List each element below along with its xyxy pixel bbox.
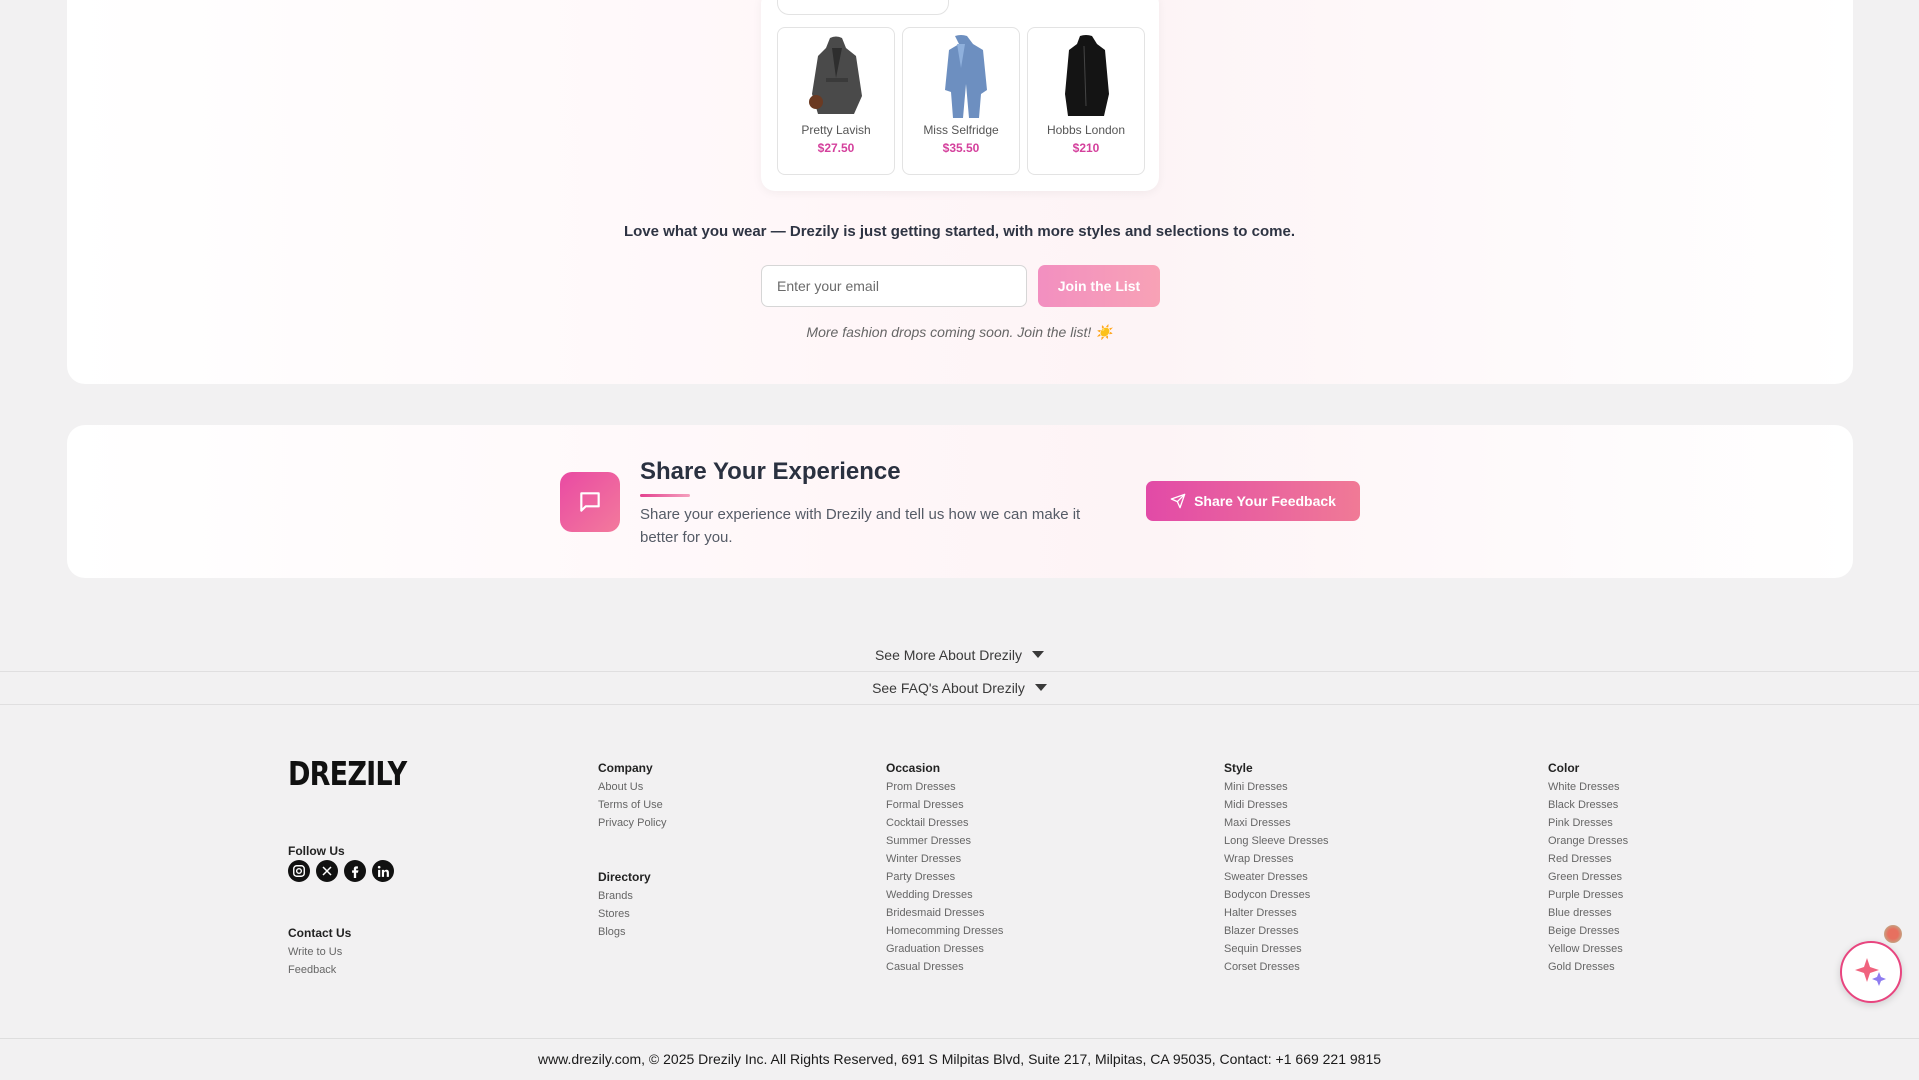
newsletter-tagline: Love what you wear — Drezily is just get… — [623, 223, 1295, 240]
footer-link[interactable]: Privacy Policy — [598, 814, 666, 832]
directory-heading: Directory — [598, 870, 651, 884]
product-image — [945, 35, 987, 118]
product-image — [809, 36, 862, 114]
style-list: Mini Dresses Midi Dresses Maxi Dresses L… — [1224, 778, 1329, 976]
experience-title: Share Your Experience — [640, 458, 901, 485]
footer-link[interactable]: Stores — [598, 905, 633, 923]
color-heading: Color — [1548, 761, 1580, 775]
footer-link[interactable]: Maxi Dresses — [1224, 814, 1329, 832]
follow-us-heading: Follow Us — [288, 844, 345, 858]
footer-link[interactable]: Red Dresses — [1548, 850, 1628, 868]
footer-link[interactable]: Write to Us — [288, 943, 342, 961]
panel-tab[interactable] — [777, 0, 949, 15]
copyright-text: www.drezily.com, © 2025 Drezily Inc. All… — [0, 1038, 1919, 1080]
footer-link[interactable]: Wrap Dresses — [1224, 850, 1329, 868]
footer-link[interactable]: Orange Dresses — [1548, 832, 1628, 850]
company-heading: Company — [598, 761, 653, 775]
chevron-down-icon — [1032, 651, 1045, 658]
assistant-button[interactable] — [1840, 941, 1902, 1003]
footer-link[interactable]: Bodycon Dresses — [1224, 886, 1329, 904]
footer-link[interactable]: Gold Dresses — [1548, 958, 1628, 976]
footer-link[interactable]: About Us — [598, 778, 666, 796]
footer-link[interactable]: Cocktail Dresses — [886, 814, 1003, 832]
instagram-icon[interactable] — [288, 860, 310, 882]
footer-link[interactable]: Wedding Dresses — [886, 886, 1003, 904]
footer-link[interactable]: Casual Dresses — [886, 958, 1003, 976]
linkedin-icon[interactable] — [372, 860, 394, 882]
footer-link[interactable]: Summer Dresses — [886, 832, 1003, 850]
footer-link[interactable]: Halter Dresses — [1224, 904, 1329, 922]
footer-link[interactable]: Party Dresses — [886, 868, 1003, 886]
see-more-accordion[interactable]: See More About Drezily — [0, 638, 1919, 672]
contact-list: Write to Us Feedback — [288, 943, 342, 979]
facebook-icon[interactable] — [344, 860, 366, 882]
footer-link[interactable]: Feedback — [288, 961, 342, 979]
product-card[interactable]: Pretty Lavish $27.50 — [777, 27, 895, 175]
product-price: $35.50 — [942, 141, 980, 155]
send-icon — [1170, 493, 1186, 509]
footer-link[interactable]: Green Dresses — [1548, 868, 1628, 886]
product-panel: Pretty Lavish $27.50 Miss Selfridge $35.… — [761, 0, 1159, 191]
title-underline — [640, 494, 690, 497]
footer-link[interactable]: Black Dresses — [1548, 796, 1628, 814]
footer-link[interactable]: Corset Dresses — [1224, 958, 1329, 976]
footer-link[interactable]: Prom Dresses — [886, 778, 1003, 796]
directory-list: Brands Stores Blogs — [598, 887, 633, 941]
footer-link[interactable]: Blazer Dresses — [1224, 922, 1329, 940]
footer-link[interactable]: Formal Dresses — [886, 796, 1003, 814]
product-brand: Pretty Lavish — [801, 123, 871, 137]
footer-link[interactable]: Beige Dresses — [1548, 922, 1628, 940]
chat-icon — [560, 472, 620, 532]
x-icon[interactable] — [316, 860, 338, 882]
join-list-button[interactable]: Join the List — [1038, 265, 1160, 307]
email-input[interactable] — [761, 265, 1027, 307]
social-links — [288, 860, 394, 882]
footer-link[interactable]: White Dresses — [1548, 778, 1628, 796]
product-price: $210 — [1072, 141, 1100, 155]
footer-link[interactable]: Sweater Dresses — [1224, 868, 1329, 886]
footer-logo[interactable]: DREZILY — [288, 754, 407, 793]
contact-heading: Contact Us — [288, 926, 352, 940]
footer-link[interactable]: Mini Dresses — [1224, 778, 1329, 796]
color-list: White Dresses Black Dresses Pink Dresses… — [1548, 778, 1628, 976]
product-brand: Hobbs London — [1046, 123, 1126, 137]
footer-link[interactable]: Pink Dresses — [1548, 814, 1628, 832]
footer-link[interactable]: Long Sleeve Dresses — [1224, 832, 1329, 850]
footer-link[interactable]: Blogs — [598, 923, 633, 941]
occasion-heading: Occasion — [886, 761, 941, 775]
footer-link[interactable]: Terms of Use — [598, 796, 666, 814]
sparkle-icon — [1855, 958, 1886, 986]
footer-link[interactable]: Graduation Dresses — [886, 940, 1003, 958]
style-heading: Style — [1224, 761, 1253, 775]
chevron-down-icon — [1034, 684, 1047, 691]
see-faq-accordion[interactable]: See FAQ's About Drezily — [0, 671, 1919, 705]
product-brand: Miss Selfridge — [923, 123, 999, 137]
product-image — [1065, 35, 1109, 116]
occasion-list: Prom Dresses Formal Dresses Cocktail Dre… — [886, 778, 1003, 976]
footer-link[interactable]: Winter Dresses — [886, 850, 1003, 868]
product-card[interactable]: Miss Selfridge $35.50 — [902, 27, 1020, 175]
share-feedback-button[interactable]: Share Your Feedback — [1146, 481, 1360, 521]
product-price: $27.50 — [817, 141, 855, 155]
footer-link[interactable]: Midi Dresses — [1224, 796, 1329, 814]
notification-dot — [1884, 925, 1902, 943]
footer-link[interactable]: Yellow Dresses — [1548, 940, 1628, 958]
product-card[interactable]: Hobbs London $210 — [1027, 27, 1145, 175]
footer-link[interactable]: Brands — [598, 887, 633, 905]
footer-link[interactable]: Purple Dresses — [1548, 886, 1628, 904]
experience-description: Share your experience with Drezily and t… — [640, 506, 1081, 546]
newsletter-note: More fashion drops coming soon. Join the… — [806, 324, 1113, 340]
company-list: About Us Terms of Use Privacy Policy — [598, 778, 666, 832]
share-feedback-label: Share Your Feedback — [1194, 493, 1336, 509]
footer-link[interactable]: Homecomming Dresses — [886, 922, 1003, 940]
footer-link[interactable]: Bridesmaid Dresses — [886, 904, 1003, 922]
experience-card — [67, 425, 1853, 578]
footer-link[interactable]: Sequin Dresses — [1224, 940, 1329, 958]
footer-link[interactable]: Blue dresses — [1548, 904, 1628, 922]
see-more-label: See More About Drezily — [874, 646, 1023, 663]
see-faq-label: See FAQ's About Drezily — [872, 679, 1025, 696]
